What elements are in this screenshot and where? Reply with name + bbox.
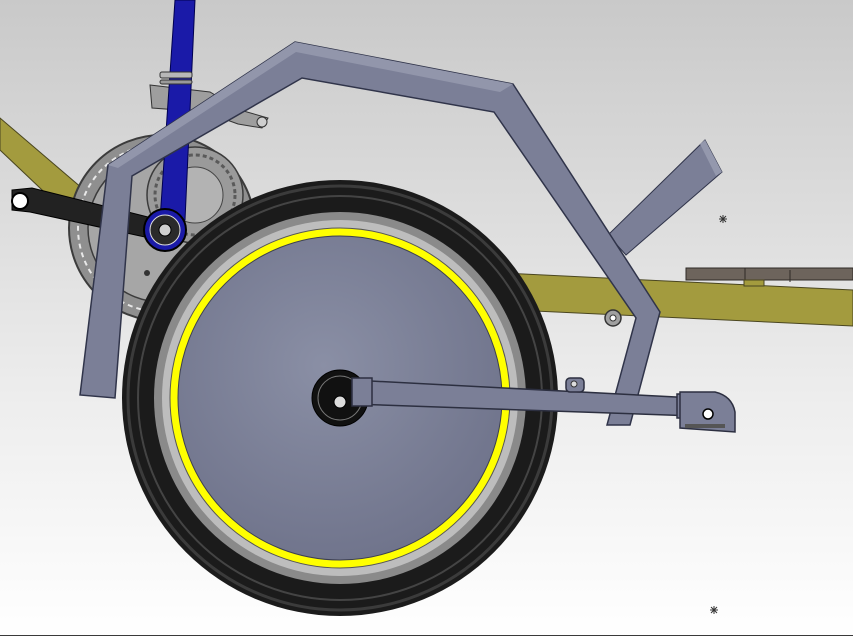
bike-assembly-model: [0, 0, 853, 639]
frame-mount-bolt: [144, 270, 150, 276]
pivot-bolt-icon[interactable]: [604, 309, 622, 327]
asterisk-marker-icon: [710, 606, 718, 614]
cad-viewport[interactable]: [0, 0, 853, 639]
viewport-bottom-border: [0, 635, 853, 636]
pivot-bolt-icon[interactable]: [565, 377, 585, 393]
seat-tube-clamp[interactable]: [159, 71, 193, 79]
pedal-eye[interactable]: [11, 192, 29, 210]
asterisk-marker-icon: [719, 215, 727, 223]
